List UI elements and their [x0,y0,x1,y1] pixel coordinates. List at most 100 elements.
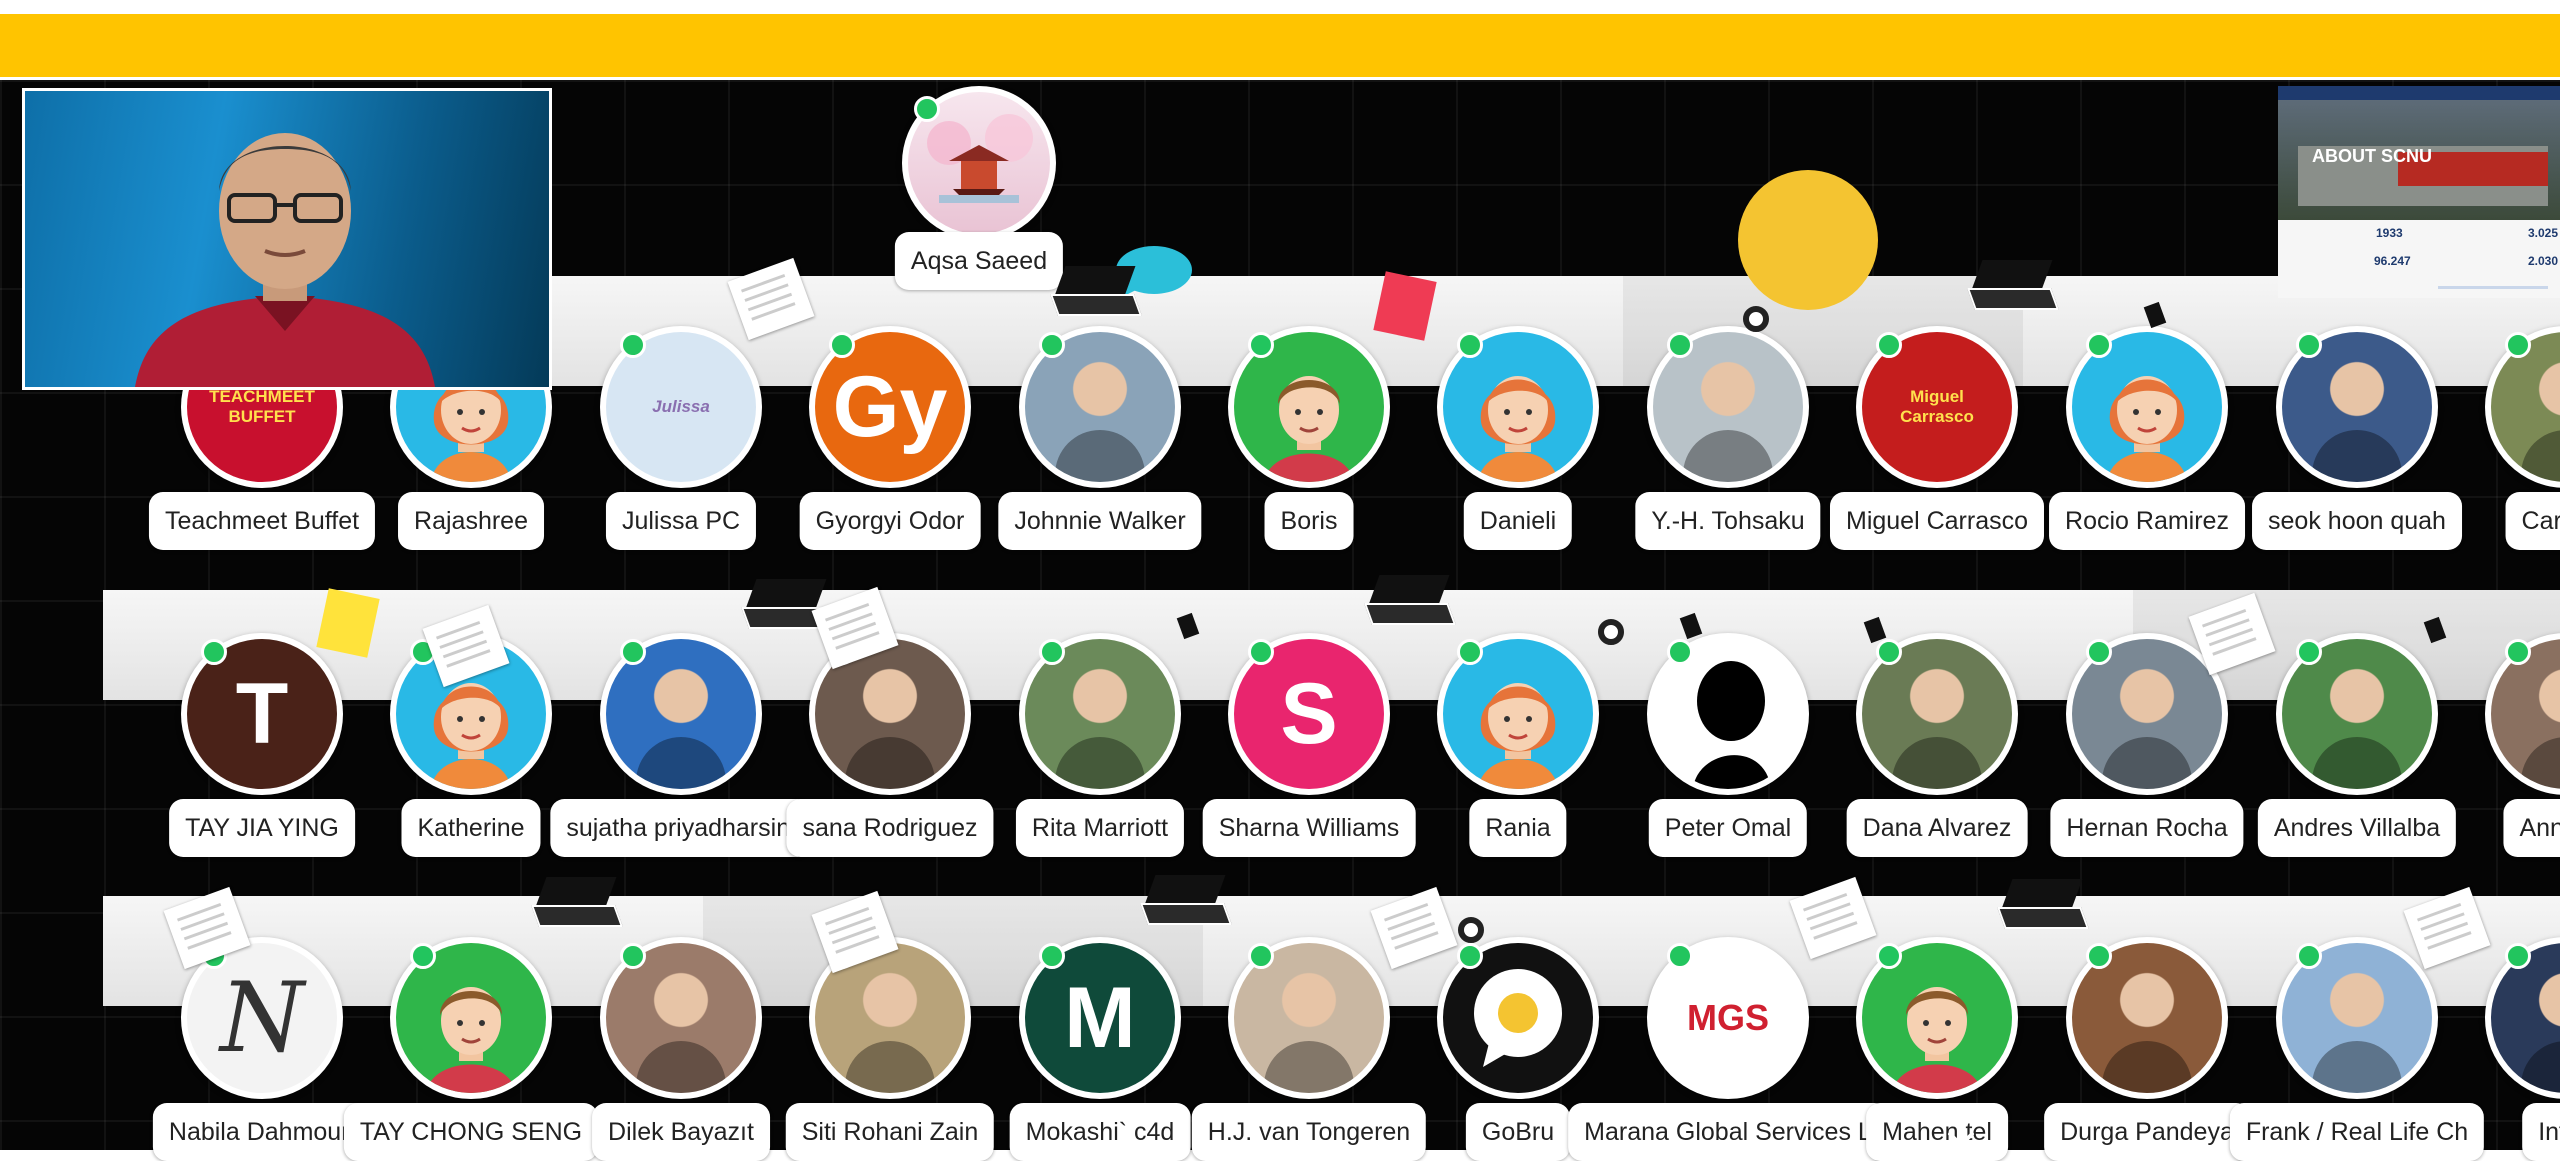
participant-name: Frank / Real Life Ch [2229,1103,2485,1161]
online-status-dot [1876,332,1902,358]
laptop-icon [530,877,624,927]
laptop-icon [1363,575,1457,625]
participant-seat[interactable]: Peter Omal [1624,633,1832,857]
person-icon [2521,430,2560,482]
participant-name: sujatha priyadharsini [550,799,812,857]
online-status-dot [2086,943,2112,969]
online-status-dot [1457,943,1483,969]
participant-seat[interactable]: Johnnie Walker [996,326,1204,550]
participant-name: Hernan Rocha [2050,799,2244,857]
participant-name: Johnnie Walker [998,492,1202,550]
board-stat: 1933 [2376,226,2403,240]
board-stat: 3.025 [2528,226,2559,240]
participant-seat[interactable]: Gy Gyorgyi Odor [786,326,994,550]
participant-seat[interactable]: MGS Marana Global Services L [1568,937,1888,1161]
online-status-dot [914,96,940,122]
person-icon [2102,1041,2192,1093]
person-icon [1055,737,1145,789]
participant-seat[interactable]: Boris [1205,326,1413,550]
participant-name: TAY JIA YING [169,799,355,857]
avatar-logo-text: Miguel Carrasco [1900,387,1974,426]
avatar-initial: M [1064,969,1136,1066]
participant-name: Julissa PC [605,492,757,550]
online-status-dot [1876,639,1902,665]
coffee-cup-icon [1743,306,1769,332]
person-icon [1683,430,1773,482]
participant-seat[interactable]: Rita Marriott [996,633,1204,857]
online-status-dot [2505,943,2531,969]
chevron-down-icon[interactable] [1944,1122,1978,1156]
avatar-initial: S [1280,665,1338,762]
person-icon [845,737,935,789]
online-status-dot [1248,639,1274,665]
online-status-dot [1667,639,1693,665]
avatar-logo-text: MGS [1686,997,1769,1038]
participant-seat[interactable]: Mahen tel [1833,937,2041,1161]
participant-name: Andres Villalba [2257,799,2457,857]
online-status-dot [1248,332,1274,358]
participant-seat[interactable]: Dana Alvarez [1833,633,2041,857]
participant-name: Mahen tel [1866,1103,2008,1161]
person-icon [845,1041,935,1093]
participant-seat[interactable]: Danieli [1414,326,1622,550]
online-status-dot [1248,943,1274,969]
participant-seat[interactable]: Rania [1414,633,1622,857]
participant-name: Rocio Ramirez [2049,492,2245,550]
participant-name: Y.-H. Tohsaku [1635,492,1821,550]
participant-name: Danieli [1463,492,1573,550]
participant-seat[interactable]: Anna Gr [2462,633,2560,857]
person-icon [2102,737,2192,789]
participant-seat[interactable]: Rocio Ramirez [2043,326,2251,550]
participant-seat[interactable]: N Nabila Dahmoun [152,937,372,1161]
online-status-dot [1667,332,1693,358]
avatar-initial: Gy [832,358,948,455]
participant-seat[interactable]: Carmen [2462,326,2560,550]
participant-seat[interactable]: T TAY JIA YING [158,633,366,857]
online-status-dot [410,943,436,969]
participant-seat[interactable]: Julissa Julissa PC [577,326,785,550]
participant-name: Gyorgyi Odor [799,492,981,550]
participant-seat[interactable]: Durga Pandeya [2043,937,2251,1161]
avatar-logo-text: TEACHMEET BUFFET [209,387,315,426]
participant-name: Siti Rohani Zain [785,1103,995,1161]
presentation-board[interactable]: ABOUT SCNU 1933 3.025 96.247 2.030 [2278,86,2560,298]
laptop-icon [1996,879,2090,929]
online-status-dot [2505,639,2531,665]
participant-seat[interactable]: S Sharna Williams [1202,633,1416,857]
presenter-person-icon [135,133,435,387]
participant-seat[interactable]: Dilek Bayazıt [577,937,785,1161]
online-status-dot [2296,639,2322,665]
online-status-dot [2086,332,2112,358]
participant-name: Nabila Dahmoun [152,1103,372,1161]
participant-seat[interactable]: H.J. van Tongeren [1191,937,1427,1161]
participant-seat[interactable]: Andres Villalba [2253,633,2461,857]
participant-name: GoBru [1465,1103,1571,1161]
participant-seat[interactable]: Intan [2462,937,2560,1161]
board-title: ABOUT SCNU [2312,146,2432,166]
participant-seat[interactable]: Siti Rohani Zain [785,937,995,1161]
person-icon [2521,1041,2560,1093]
host-seat[interactable]: Aqsa Saeed [875,86,1083,296]
participant-seat[interactable]: M Mokashi` c4d [996,937,1204,1161]
participant-seat[interactable]: seok hoon quah [2252,326,2462,550]
participant-seat[interactable]: TAY CHONG SENG [343,937,599,1161]
online-status-dot [620,332,646,358]
person-icon [636,737,726,789]
participant-seat[interactable]: Miguel Carrasco Miguel Carrasco [1829,326,2045,550]
person-icon [2521,737,2560,789]
participant-seat[interactable]: sana Rodriguez [786,633,994,857]
person-icon [2312,430,2402,482]
person-icon [636,1041,726,1093]
participant-name: Teachmeet Buffet [148,492,376,550]
participant-name: Mokashi` c4d [1009,1103,1191,1161]
avatar-letter: N [220,962,304,1074]
presenter-video[interactable] [22,88,552,390]
participant-name: Katherine [401,799,541,857]
participant-seat[interactable]: sujatha priyadharsini [550,633,812,857]
online-status-dot [620,943,646,969]
avatar-logo-text: Julissa [652,397,710,416]
person-icon [1055,430,1145,482]
participant-seat[interactable]: Frank / Real Life Ch [2229,937,2485,1161]
laptop-icon [1966,260,2060,310]
participant-seat[interactable]: Y.-H. Tohsaku [1624,326,1832,550]
